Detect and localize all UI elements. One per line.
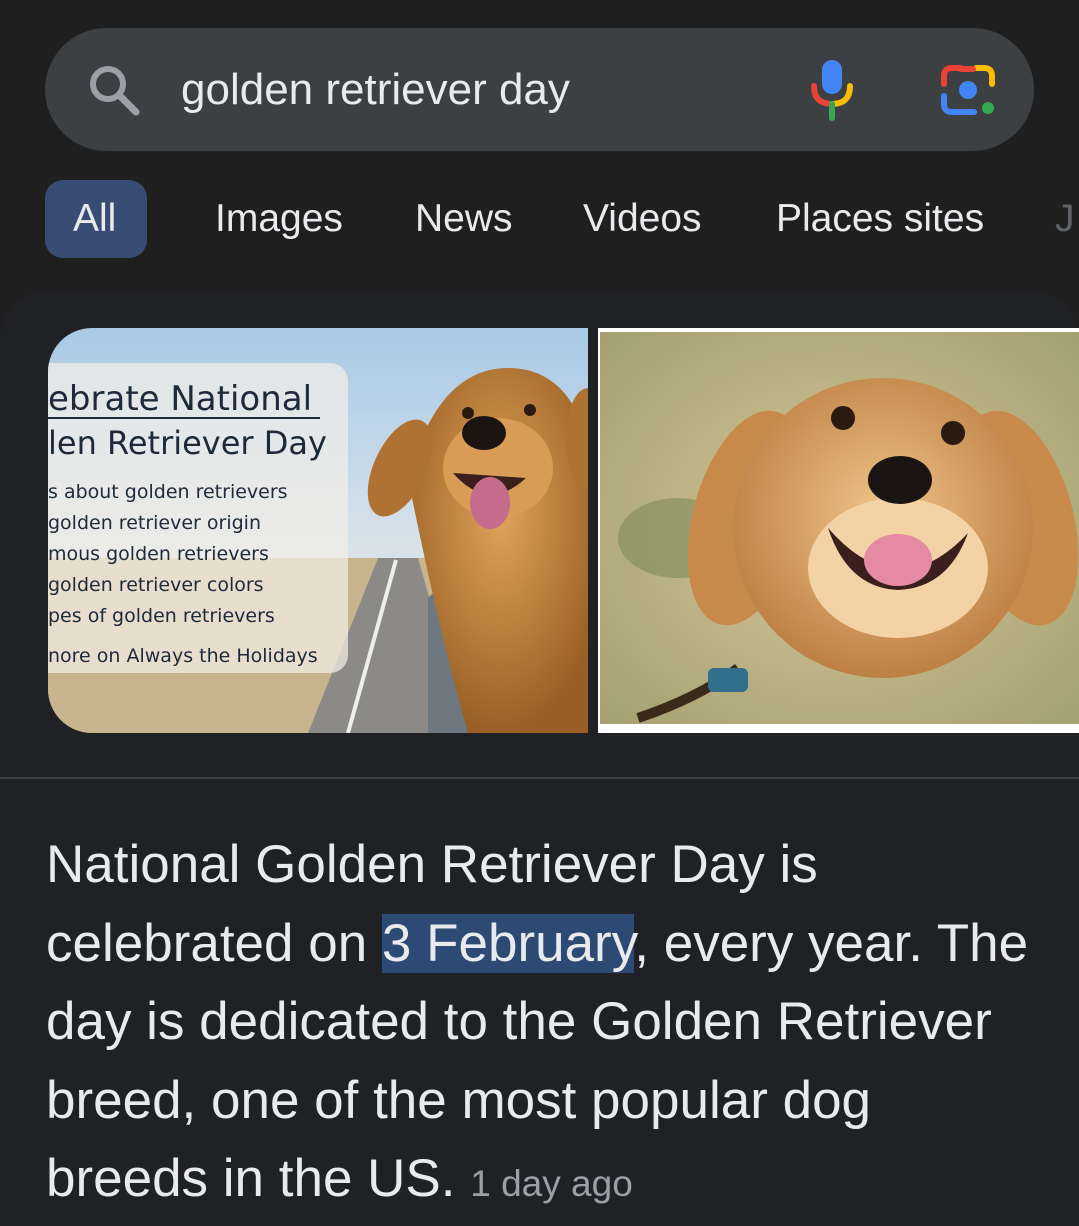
overlay-title-line-2: len Retriever Day xyxy=(48,424,327,462)
overlay-line-3: mous golden retrievers xyxy=(48,543,269,565)
google-lens-icon[interactable] xyxy=(938,62,998,118)
search-tabs: All Images News Videos Places sites J xyxy=(0,180,1079,260)
result-image-1[interactable]: ebrate National len Retriever Day s abou… xyxy=(48,328,588,733)
tab-images[interactable]: Images xyxy=(215,180,343,258)
dog-car-window-image: ebrate National len Retriever Day s abou… xyxy=(48,328,588,733)
overlay-line-6: nore on Always the Holidays xyxy=(48,645,318,667)
overlay-line-1: s about golden retrievers xyxy=(48,481,288,503)
result-image-2[interactable] xyxy=(598,328,1079,733)
tab-videos[interactable]: Videos xyxy=(583,180,702,258)
overlay-line-5: pes of golden retrievers xyxy=(48,605,275,627)
tab-partial[interactable]: J xyxy=(1055,180,1075,258)
overlay-line-4: golden retriever colors xyxy=(48,574,264,596)
snippet-highlight: 3 February xyxy=(381,913,635,973)
section-divider xyxy=(0,777,1079,779)
tab-all[interactable]: All xyxy=(45,180,147,258)
overlay-title-line-1: ebrate National xyxy=(48,379,312,419)
microphone-icon[interactable] xyxy=(806,56,858,122)
search-input[interactable]: golden retriever day xyxy=(181,64,570,116)
overlay-line-2: golden retriever origin xyxy=(48,512,261,534)
search-icon[interactable] xyxy=(86,62,142,118)
tab-places-sites[interactable]: Places sites xyxy=(776,180,984,258)
tab-news[interactable]: News xyxy=(415,180,513,258)
smiling-dog-image xyxy=(600,332,1079,733)
snippet-timestamp: 1 day ago xyxy=(470,1163,633,1204)
featured-snippet: National Golden Retriever Day is celebra… xyxy=(46,826,1046,1224)
